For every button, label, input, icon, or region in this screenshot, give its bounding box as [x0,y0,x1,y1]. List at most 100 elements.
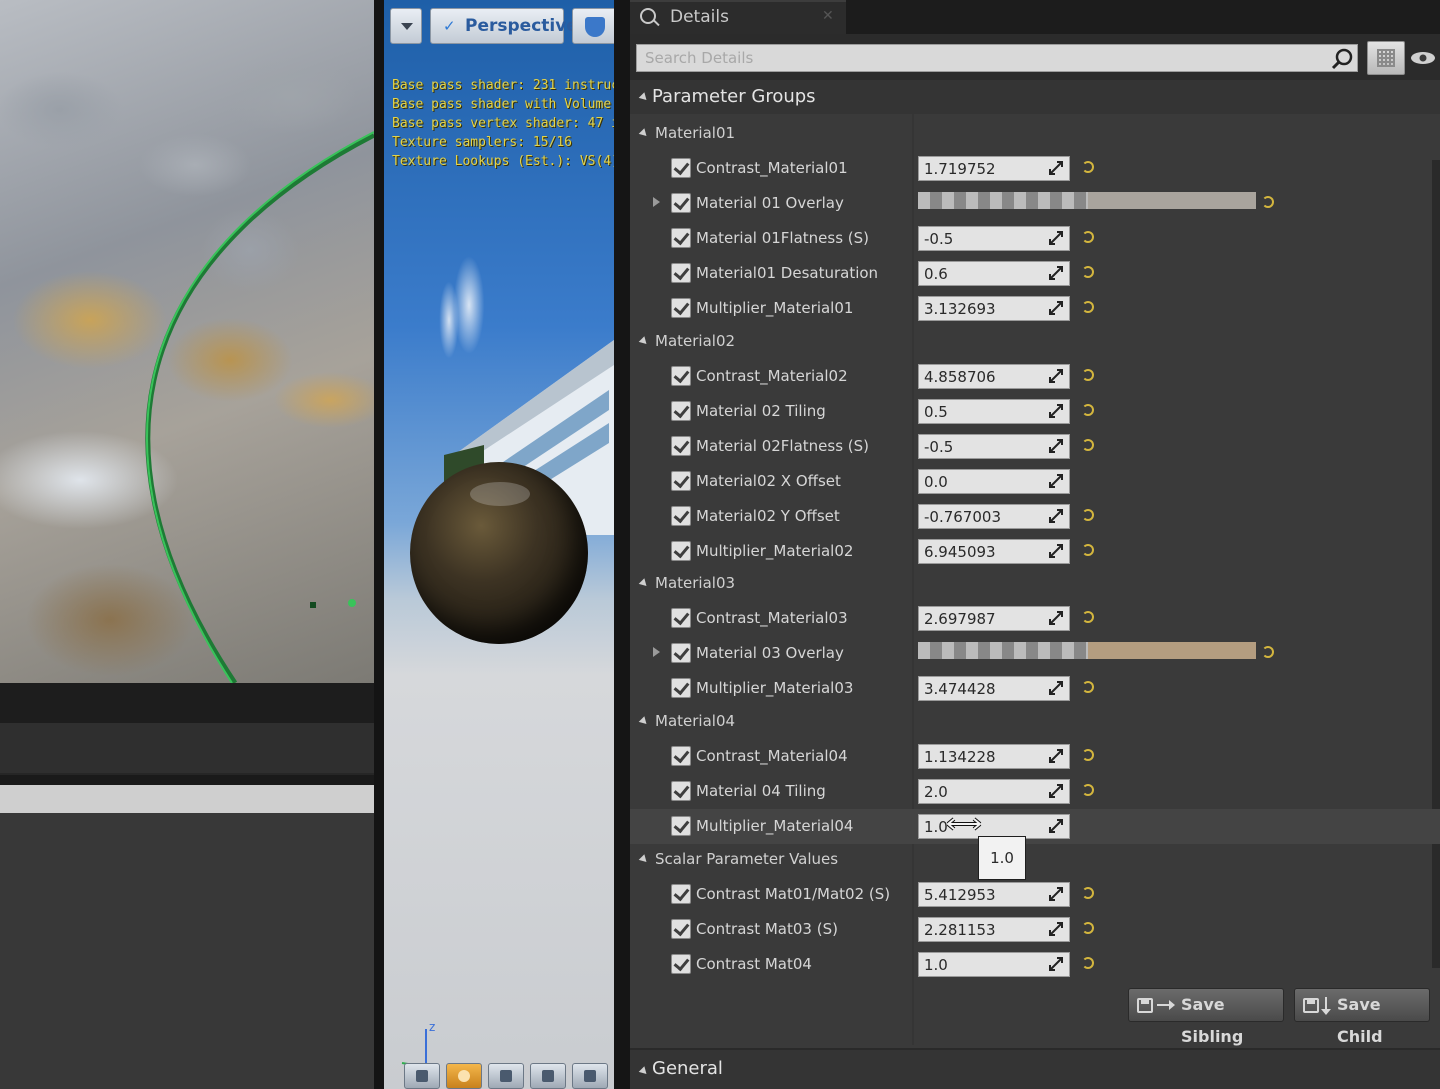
collapse-arrow-icon[interactable] [638,92,650,103]
plane-preview-button[interactable] [488,1063,524,1089]
close-icon[interactable]: ✕ [822,8,834,24]
override-checkbox[interactable] [671,193,691,213]
expand-arrow-icon[interactable] [653,197,660,207]
tab-details[interactable]: Details ✕ [630,0,846,34]
param-value-field[interactable]: 0.6 [918,261,1070,286]
cylinder-preview-button[interactable] [404,1063,440,1089]
group-material03[interactable]: Material03 [630,566,1440,601]
override-checkbox[interactable] [671,366,691,386]
override-checkbox[interactable] [671,158,691,178]
override-checkbox[interactable] [671,263,691,283]
param-value-field[interactable]: 3.474428 [918,676,1070,701]
level-viewport[interactable] [0,0,374,683]
view-mode-button[interactable] [572,8,614,44]
reset-to-default-icon[interactable] [1262,196,1274,208]
reset-to-default-icon[interactable] [1082,161,1094,173]
reset-to-default-icon[interactable] [1262,646,1274,658]
reset-to-default-icon[interactable] [1082,509,1094,521]
reset-to-default-icon[interactable] [1082,266,1094,278]
perspective-button[interactable]: ✓ Perspective [430,8,578,44]
reset-to-default-icon[interactable] [1082,922,1094,934]
save-child-button[interactable]: Save Child [1294,988,1430,1046]
collapse-arrow-icon[interactable] [638,128,650,139]
panel-splitter[interactable] [614,0,630,1089]
drag-spinner-icon[interactable] [1049,544,1063,558]
override-checkbox[interactable] [671,884,691,904]
property-matrix-button[interactable] [1367,41,1405,75]
drag-spinner-icon[interactable] [1049,439,1063,453]
drag-spinner-icon[interactable] [1049,474,1063,488]
drag-spinner-icon[interactable] [1049,231,1063,245]
param-value-field[interactable]: 1.719752 [918,156,1070,181]
reset-to-default-icon[interactable] [1082,784,1094,796]
param-value-field[interactable]: 2.281153 [918,917,1070,942]
reset-to-default-icon[interactable] [1082,301,1094,313]
reset-to-default-icon[interactable] [1082,369,1094,381]
category-general[interactable]: General [630,1048,1440,1089]
collapse-arrow-icon[interactable] [638,578,650,589]
reset-to-default-icon[interactable] [1082,544,1094,556]
group-scalar-parameter-values[interactable]: Scalar Parameter Values [630,842,1440,877]
view-options-dropdown[interactable] [390,8,422,44]
eye-icon[interactable] [1410,50,1436,66]
category-parameter-groups[interactable]: Parameter Groups [630,80,1440,114]
reset-to-default-icon[interactable] [1082,611,1094,623]
drag-spinner-icon[interactable] [1049,819,1063,833]
material-preview-viewport[interactable]: ✓ Perspective Base pass shader: 231 inst… [384,0,614,1089]
param-value-field[interactable]: 5.412953 [918,882,1070,907]
collapse-arrow-icon[interactable] [638,854,650,865]
drag-spinner-icon[interactable] [1049,509,1063,523]
param-value-field[interactable]: 0.5 [918,399,1070,424]
left-panel-scrollbar[interactable] [0,785,374,813]
override-checkbox[interactable] [671,608,691,628]
override-checkbox[interactable] [671,228,691,248]
drag-spinner-icon[interactable] [1049,301,1063,315]
reset-to-default-icon[interactable] [1082,749,1094,761]
reset-to-default-icon[interactable] [1082,681,1094,693]
drag-spinner-icon[interactable] [1049,681,1063,695]
drag-spinner-icon[interactable] [1049,749,1063,763]
param-value-field[interactable]: 4.858706 [918,364,1070,389]
reset-to-default-icon[interactable] [1082,887,1094,899]
override-checkbox[interactable] [671,954,691,974]
search-icon[interactable] [1331,48,1353,70]
drag-spinner-icon[interactable] [1049,161,1063,175]
reset-to-default-icon[interactable] [1082,439,1094,451]
texture-preview-bar[interactable] [918,642,1256,659]
override-checkbox[interactable] [671,506,691,526]
param-value-field[interactable]: 1.0 [918,952,1070,977]
search-input[interactable] [637,45,1327,71]
drag-spinner-icon[interactable] [1049,784,1063,798]
reset-to-default-icon[interactable] [1082,957,1094,969]
override-checkbox[interactable] [671,816,691,836]
param-value-field[interactable]: -0.767003 [918,504,1070,529]
collapse-arrow-icon[interactable] [638,336,650,347]
save-sibling-button[interactable]: Save Sibling [1128,988,1284,1046]
collapse-arrow-icon[interactable] [638,716,650,727]
reset-to-default-icon[interactable] [1082,404,1094,416]
drag-spinner-icon[interactable] [1049,369,1063,383]
override-checkbox[interactable] [671,746,691,766]
param-value-field[interactable]: 2.697987 [918,606,1070,631]
sphere-preview-button[interactable] [446,1063,482,1089]
rotation-gizmo[interactable] [0,0,374,683]
drag-spinner-icon[interactable] [1049,611,1063,625]
panel-splitter[interactable] [374,0,384,1089]
override-checkbox[interactable] [671,781,691,801]
override-checkbox[interactable] [671,919,691,939]
override-checkbox[interactable] [671,401,691,421]
override-checkbox[interactable] [671,678,691,698]
expand-arrow-icon[interactable] [653,647,660,657]
param-value-field[interactable]: 1.134228 [918,744,1070,769]
override-checkbox[interactable] [671,643,691,663]
param-value-field[interactable]: 0.0 [918,469,1070,494]
param-value-field[interactable]: 6.945093 [918,539,1070,564]
group-material02[interactable]: Material02 [630,324,1440,359]
mesh-preview-button[interactable] [572,1063,608,1089]
drag-spinner-icon[interactable] [1049,922,1063,936]
param-value-field[interactable]: 2.0 [918,779,1070,804]
drag-spinner-icon[interactable] [1049,404,1063,418]
drag-spinner-icon[interactable] [1049,957,1063,971]
reset-to-default-icon[interactable] [1082,231,1094,243]
drag-spinner-icon[interactable] [1049,266,1063,280]
